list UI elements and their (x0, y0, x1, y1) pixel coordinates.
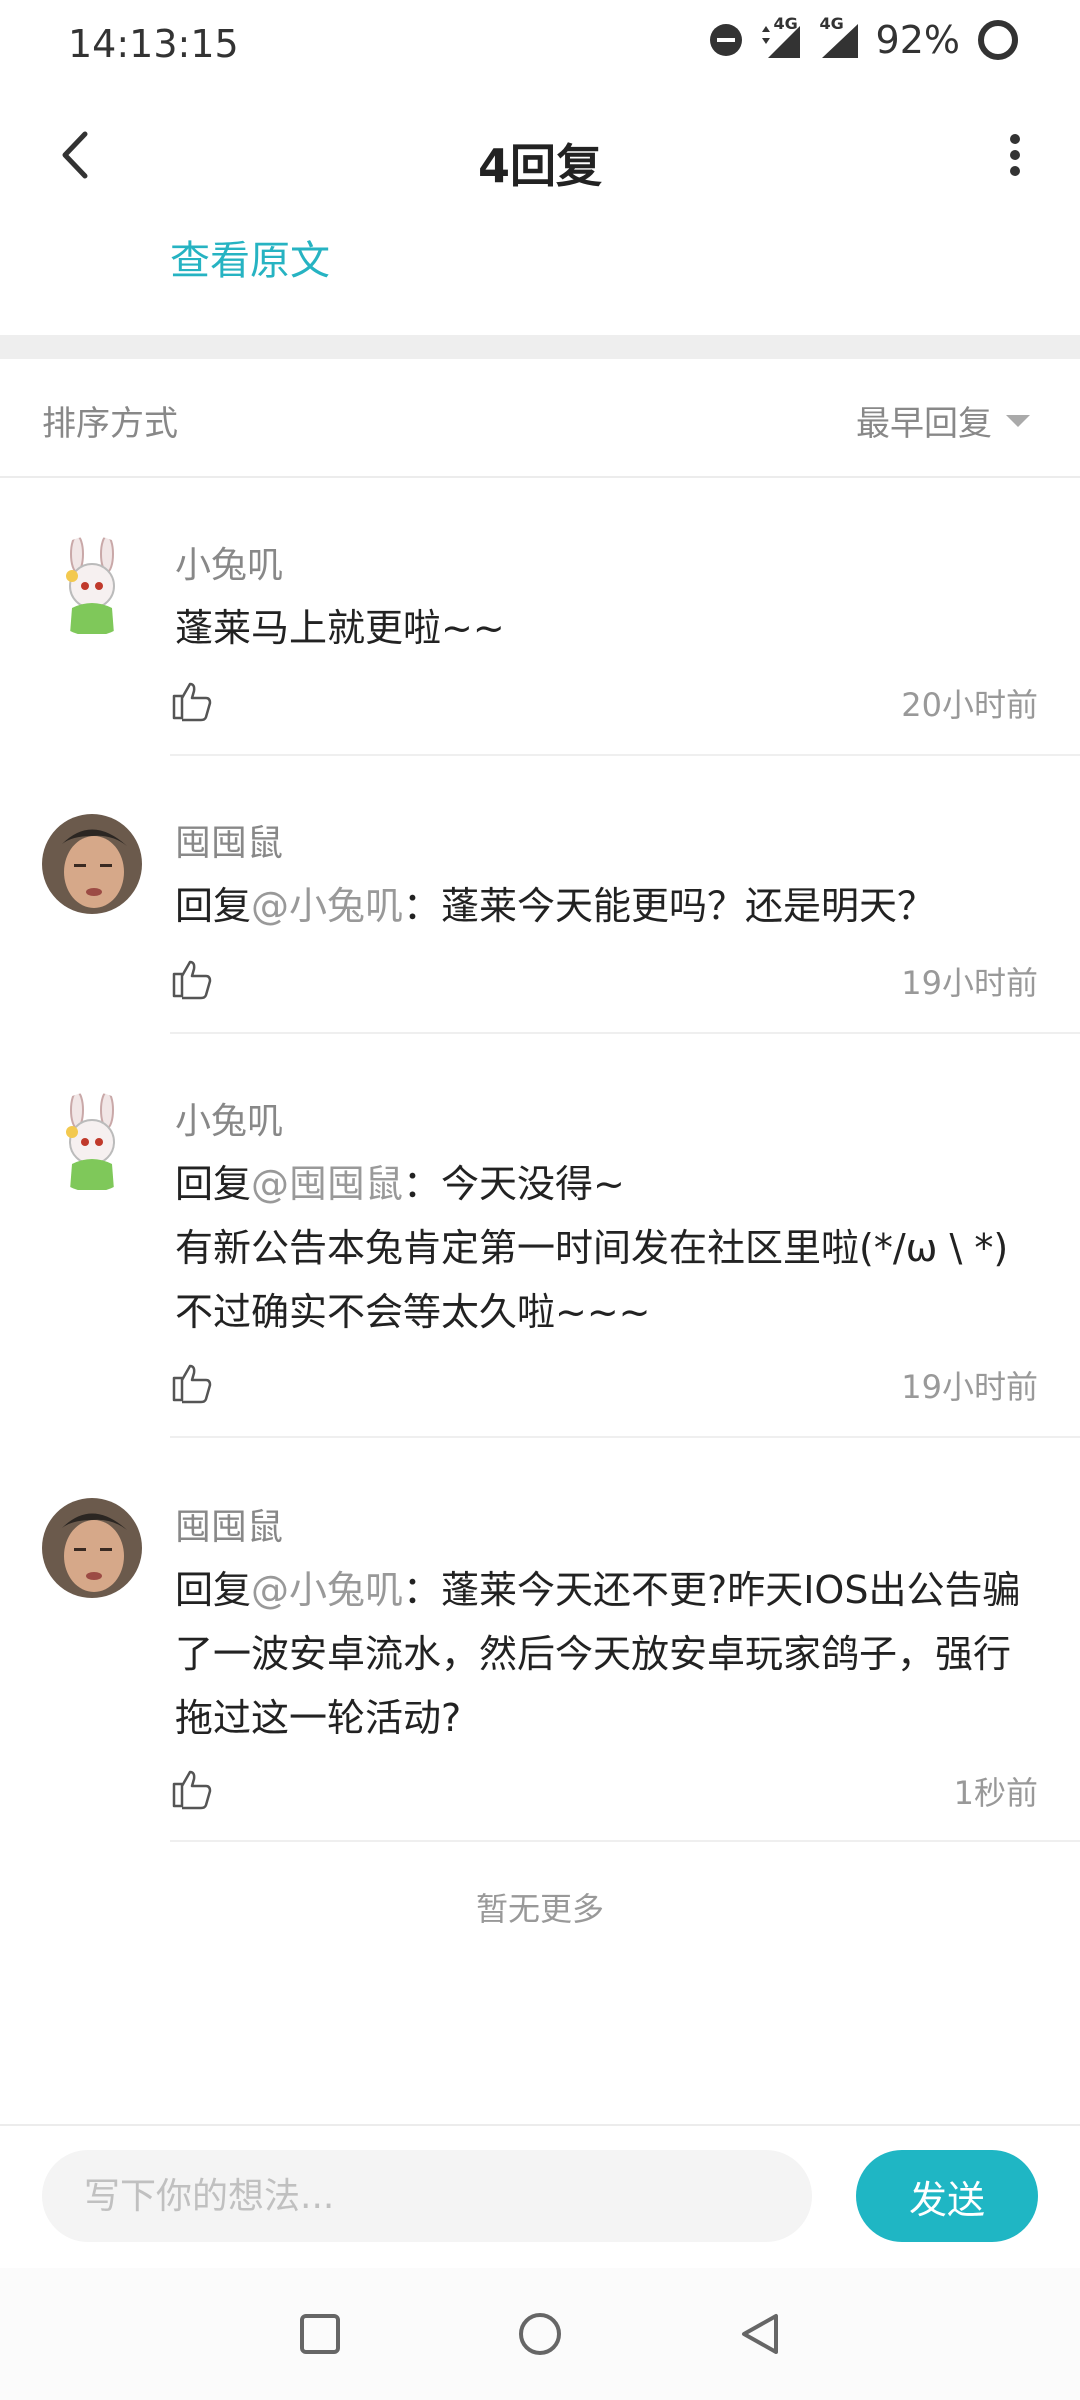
avatar[interactable] (42, 1498, 142, 1598)
reply-prefix: 回复 (175, 1568, 252, 1612)
more-vertical-icon (1010, 134, 1020, 176)
comment-author[interactable]: 小兔叽 (175, 1092, 283, 1144)
comment-item: 囤囤鼠 回复@小兔叽：蓬莱今天能更吗？还是明天？ 19小时前 (0, 814, 1080, 1036)
comment-item: 小兔叽 蓬莱马上就更啦~~ 20小时前 (0, 536, 1080, 758)
status-time: 14:13:15 (68, 22, 239, 66)
status-bar: 14:13:15 4G 4G 92% (0, 0, 1080, 90)
divider (170, 1032, 1080, 1034)
avatar[interactable] (42, 814, 142, 914)
comment-time: 20小时前 (901, 686, 1038, 724)
sort-bar: 排序方式 最早回复 (0, 360, 1080, 478)
like-icon[interactable] (170, 956, 214, 1000)
sort-dropdown[interactable]: 最早回复 (856, 396, 1030, 445)
triangle-back-icon (742, 2314, 778, 2354)
comment-author[interactable]: 囤囤鼠 (175, 1498, 283, 1550)
comment-author[interactable]: 囤囤鼠 (175, 814, 283, 866)
comment-time: 1秒前 (953, 1774, 1038, 1812)
reply-separator: ： (403, 884, 442, 928)
battery-ring-icon (978, 20, 1018, 60)
comment-input-bar: 发送 (0, 2124, 1080, 2270)
comment-item: 小兔叽 回复@囤囤鼠：今天没得~ 有新公告本兔肯定第一时间发在社区里啦(*/ω … (0, 1092, 1080, 1442)
page-title: 4回复 (477, 139, 602, 193)
reply-separator: ： (403, 1568, 442, 1612)
mention-link[interactable]: @小兔叽 (251, 1568, 403, 1612)
comment-text: 蓬莱马上就更啦~~ (175, 596, 1040, 660)
divider (170, 754, 1080, 756)
home-button[interactable] (510, 2304, 570, 2364)
reply-separator: ： (403, 1162, 442, 1206)
like-icon[interactable] (170, 678, 214, 722)
no-more-text: 暂无更多 (475, 1890, 604, 1928)
square-icon (300, 2314, 340, 2354)
system-nav-bar (0, 2268, 1080, 2400)
comment-item: 囤囤鼠 回复@小兔叽：蓬莱今天还不更?昨天IOS出公告骗了一波安卓流水，然后今天… (0, 1498, 1080, 1844)
comment-author[interactable]: 小兔叽 (175, 536, 283, 588)
mention-link[interactable]: @囤囤鼠 (251, 1162, 403, 1206)
section-separator (0, 335, 1080, 359)
divider (170, 1436, 1080, 1438)
more-options-button[interactable] (980, 120, 1050, 190)
avatar[interactable] (42, 536, 142, 636)
signal-1-icon: 4G (760, 14, 804, 60)
recents-button[interactable] (290, 2304, 350, 2364)
back-nav-button[interactable] (730, 2304, 790, 2364)
comment-input[interactable] (42, 2150, 812, 2242)
comment-body: 蓬莱马上就更啦~~ (175, 606, 505, 650)
signal-2-icon: 4G (820, 14, 860, 60)
avatar[interactable] (42, 1092, 142, 1192)
sort-value: 最早回复 (856, 404, 992, 444)
send-button[interactable]: 发送 (856, 2150, 1038, 2242)
comment-text: 回复@囤囤鼠：今天没得~ 有新公告本兔肯定第一时间发在社区里啦(*/ω \ *)… (175, 1152, 1040, 1344)
network-type-1: 4G (773, 14, 798, 33)
reply-prefix: 回复 (175, 1162, 252, 1206)
reply-prefix: 回复 (175, 884, 252, 928)
dnd-icon (709, 24, 742, 56)
comment-body: 蓬莱今天能更吗？还是明天？ (441, 884, 936, 928)
mention-link[interactable]: @小兔叽 (251, 884, 403, 928)
top-bar: 4回复 (0, 100, 1080, 220)
comment-text: 回复@小兔叽：蓬莱今天能更吗？还是明天？ (175, 874, 1040, 938)
dropdown-triangle-icon (1006, 414, 1030, 427)
status-icons: 4G 4G 92% (708, 14, 1020, 62)
view-original-link[interactable]: 查看原文 (170, 228, 330, 286)
like-icon[interactable] (170, 1360, 214, 1404)
circle-icon (519, 2313, 561, 2355)
like-icon[interactable] (170, 1766, 214, 1810)
comment-time: 19小时前 (901, 964, 1038, 1002)
network-type-2: 4G (819, 14, 844, 33)
sort-label: 排序方式 (42, 404, 178, 444)
comment-time: 19小时前 (901, 1368, 1038, 1406)
divider (170, 1840, 1080, 1842)
comment-text: 回复@小兔叽：蓬莱今天还不更?昨天IOS出公告骗了一波安卓流水，然后今天放安卓玩… (175, 1558, 1040, 1750)
battery-percent: 92% (875, 18, 960, 62)
